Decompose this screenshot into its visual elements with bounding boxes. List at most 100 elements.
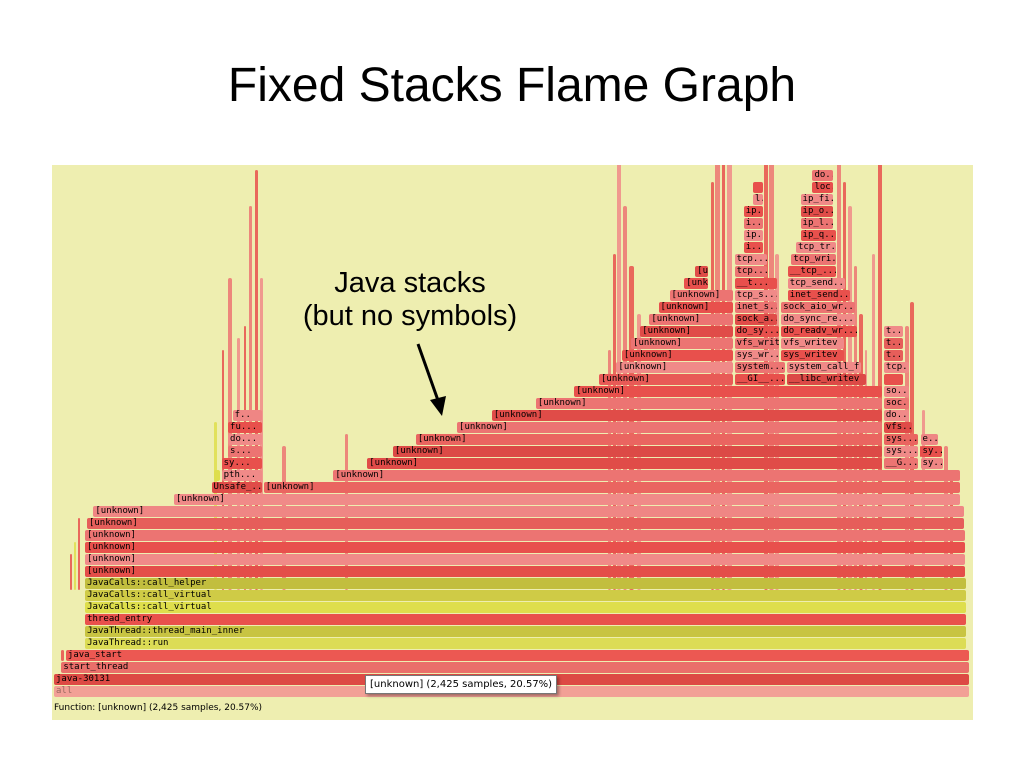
stack-frame[interactable] — [752, 182, 763, 193]
stack-frame[interactable]: ip_fi... — [800, 194, 834, 205]
stack-frame[interactable]: sys... — [883, 446, 918, 457]
stack-frame[interactable]: [unknown] — [85, 530, 966, 541]
stack-frame[interactable]: [unknown] — [263, 482, 960, 493]
stack-frame[interactable]: java_start — [65, 650, 969, 661]
stack-frame[interactable]: [unknown] — [85, 554, 966, 565]
stack-frame[interactable]: tcp... — [883, 362, 910, 373]
annotation: Java stacks (but no symbols) — [270, 267, 550, 333]
stack-frame[interactable]: [unknown] — [599, 374, 733, 385]
stack-spike[interactable] — [61, 650, 65, 661]
flame-graph[interactable]: all java-30131 start_thread java_start JavaT… — [52, 165, 973, 720]
stack-frame[interactable]: [unknown] — [333, 470, 960, 481]
stack-frame[interactable]: sys... — [883, 434, 918, 445]
stack-frame[interactable]: sy... — [920, 446, 942, 457]
stack-frame[interactable]: ip.. — [743, 206, 763, 217]
stack-frame[interactable]: tcp_wri... — [791, 254, 837, 265]
stack-frame[interactable]: do.. — [883, 410, 910, 421]
stack-frame[interactable]: pth... — [221, 470, 262, 481]
stack-frame[interactable]: tcp_s... — [734, 290, 777, 301]
stack-frame[interactable]: [unknown] — [85, 542, 966, 553]
stack-frame[interactable]: [u... — [695, 266, 708, 277]
stack-frame[interactable]: [unknown] — [491, 410, 882, 421]
stack-frame[interactable]: [unknown] — [457, 422, 882, 433]
stack-frame[interactable]: [unknown] — [621, 350, 733, 361]
stack-frame[interactable]: l... — [752, 194, 763, 205]
stack-frame[interactable]: t.. — [883, 350, 904, 361]
stack-frame[interactable]: tcp... — [734, 254, 768, 265]
stack-frame[interactable]: ip_o... — [800, 206, 834, 217]
stack-frame[interactable] — [883, 374, 904, 385]
stack-frame[interactable]: inet_send... — [787, 290, 850, 301]
stack-frame[interactable]: [unknown] — [535, 398, 882, 409]
stack-frame[interactable]: [unknown] — [415, 434, 882, 445]
stack-frame[interactable]: sys_wr... — [734, 350, 780, 361]
stack-frame[interactable]: inet_s... — [734, 302, 777, 313]
stack-frame[interactable]: system... — [734, 362, 785, 373]
stack-frame[interactable]: i... — [743, 218, 763, 229]
stack-frame[interactable]: tcp_send... — [787, 278, 846, 289]
stack-frame[interactable]: ip_q... — [800, 230, 837, 241]
stack-frame[interactable]: [unknown] — [367, 458, 882, 469]
stack-frame[interactable]: e.. — [920, 434, 938, 445]
stack-frame[interactable]: JavaCalls::call_virtual — [85, 602, 967, 613]
stack-frame[interactable]: sys_writev — [781, 350, 844, 361]
stack-frame[interactable] — [214, 470, 220, 481]
stack-frame[interactable]: do... — [812, 170, 834, 181]
stack-frame[interactable]: t.. — [883, 338, 904, 349]
stack-frame[interactable]: do... — [228, 434, 262, 445]
stack-frame[interactable]: vfs... — [883, 422, 913, 433]
stack-frame[interactable]: [unknown] — [649, 314, 733, 325]
stack-spike[interactable] — [77, 518, 80, 590]
stack-spike[interactable] — [69, 554, 72, 590]
stack-frame[interactable]: [unknown] — [669, 290, 733, 301]
stack-frame[interactable]: vfs_write — [734, 338, 780, 349]
stack-frame[interactable]: start_thread — [61, 662, 969, 673]
stack-frame[interactable]: fu... — [228, 422, 262, 433]
stack-frame[interactable]: JavaThread::thread_main_inner — [85, 626, 967, 637]
stack-frame[interactable]: __t... — [734, 278, 777, 289]
stack-frame[interactable]: soc.. — [883, 398, 910, 409]
stack-frame[interactable]: do_readv_wr... — [781, 326, 858, 337]
stack-frame[interactable]: sock_aio_wr... — [781, 302, 856, 313]
stack-frame[interactable]: [unknown] — [392, 446, 882, 457]
stack-spike[interactable] — [74, 542, 77, 590]
stack-frame[interactable]: thread_entry — [85, 614, 967, 625]
stack-frame[interactable]: [unknown] — [640, 326, 733, 337]
stack-frame[interactable]: sock_a... — [734, 314, 777, 325]
stack-frame[interactable]: [unknown] — [173, 494, 960, 505]
stack-frame[interactable]: [unknown] — [574, 386, 882, 397]
stack-frame[interactable]: i... — [743, 242, 763, 253]
stack-frame[interactable]: vfs_writev — [781, 338, 844, 349]
stack-frame[interactable]: tcp... — [734, 266, 768, 277]
stack-frame[interactable]: system_call_f... — [786, 362, 861, 373]
stack-frame[interactable]: JavaThread::run — [85, 638, 967, 649]
annotation-line-2: (but no symbols) — [302, 300, 518, 332]
stack-frame[interactable]: [unknown] — [93, 506, 965, 517]
stack-frame[interactable]: __GI__... — [734, 374, 785, 385]
stack-frame[interactable]: so... — [883, 386, 910, 397]
stack-frame[interactable]: [unknown] — [616, 362, 733, 373]
stack-frame[interactable]: [unknown] — [85, 566, 966, 577]
stack-frame[interactable]: tcp_tr... — [795, 242, 837, 253]
stack-frame[interactable]: [unknown] — [658, 302, 733, 313]
stack-frame[interactable]: loc... — [812, 182, 834, 193]
stack-frame[interactable] — [919, 446, 922, 457]
stack-frame[interactable]: JavaCalls::call_virtual — [85, 590, 967, 601]
stack-frame[interactable]: f.. — [232, 410, 262, 421]
stack-frame[interactable]: __libc_writev — [786, 374, 867, 385]
stack-frame[interactable]: sy... — [221, 458, 262, 469]
stack-frame[interactable]: do_sync_re... — [781, 314, 856, 325]
stack-frame[interactable]: s... — [228, 446, 262, 457]
stack-frame[interactable]: do_sy... — [734, 326, 780, 337]
stack-frame[interactable]: __tcp_... — [787, 266, 837, 277]
stack-frame[interactable]: sy... — [920, 458, 944, 469]
stack-frame[interactable]: __G... — [883, 458, 918, 469]
stack-frame[interactable]: JavaCalls::call_helper — [85, 578, 967, 589]
stack-frame[interactable]: ip... — [743, 230, 763, 241]
stack-frame[interactable]: [unknown] — [631, 338, 733, 349]
stack-frame[interactable]: [unk.. — [684, 278, 708, 289]
stack-frame[interactable]: Unsafe_... — [211, 482, 262, 493]
stack-frame[interactable]: t.. — [883, 326, 904, 337]
stack-frame[interactable]: [unknown] — [86, 518, 965, 529]
stack-frame[interactable]: ip_l... — [800, 218, 834, 229]
